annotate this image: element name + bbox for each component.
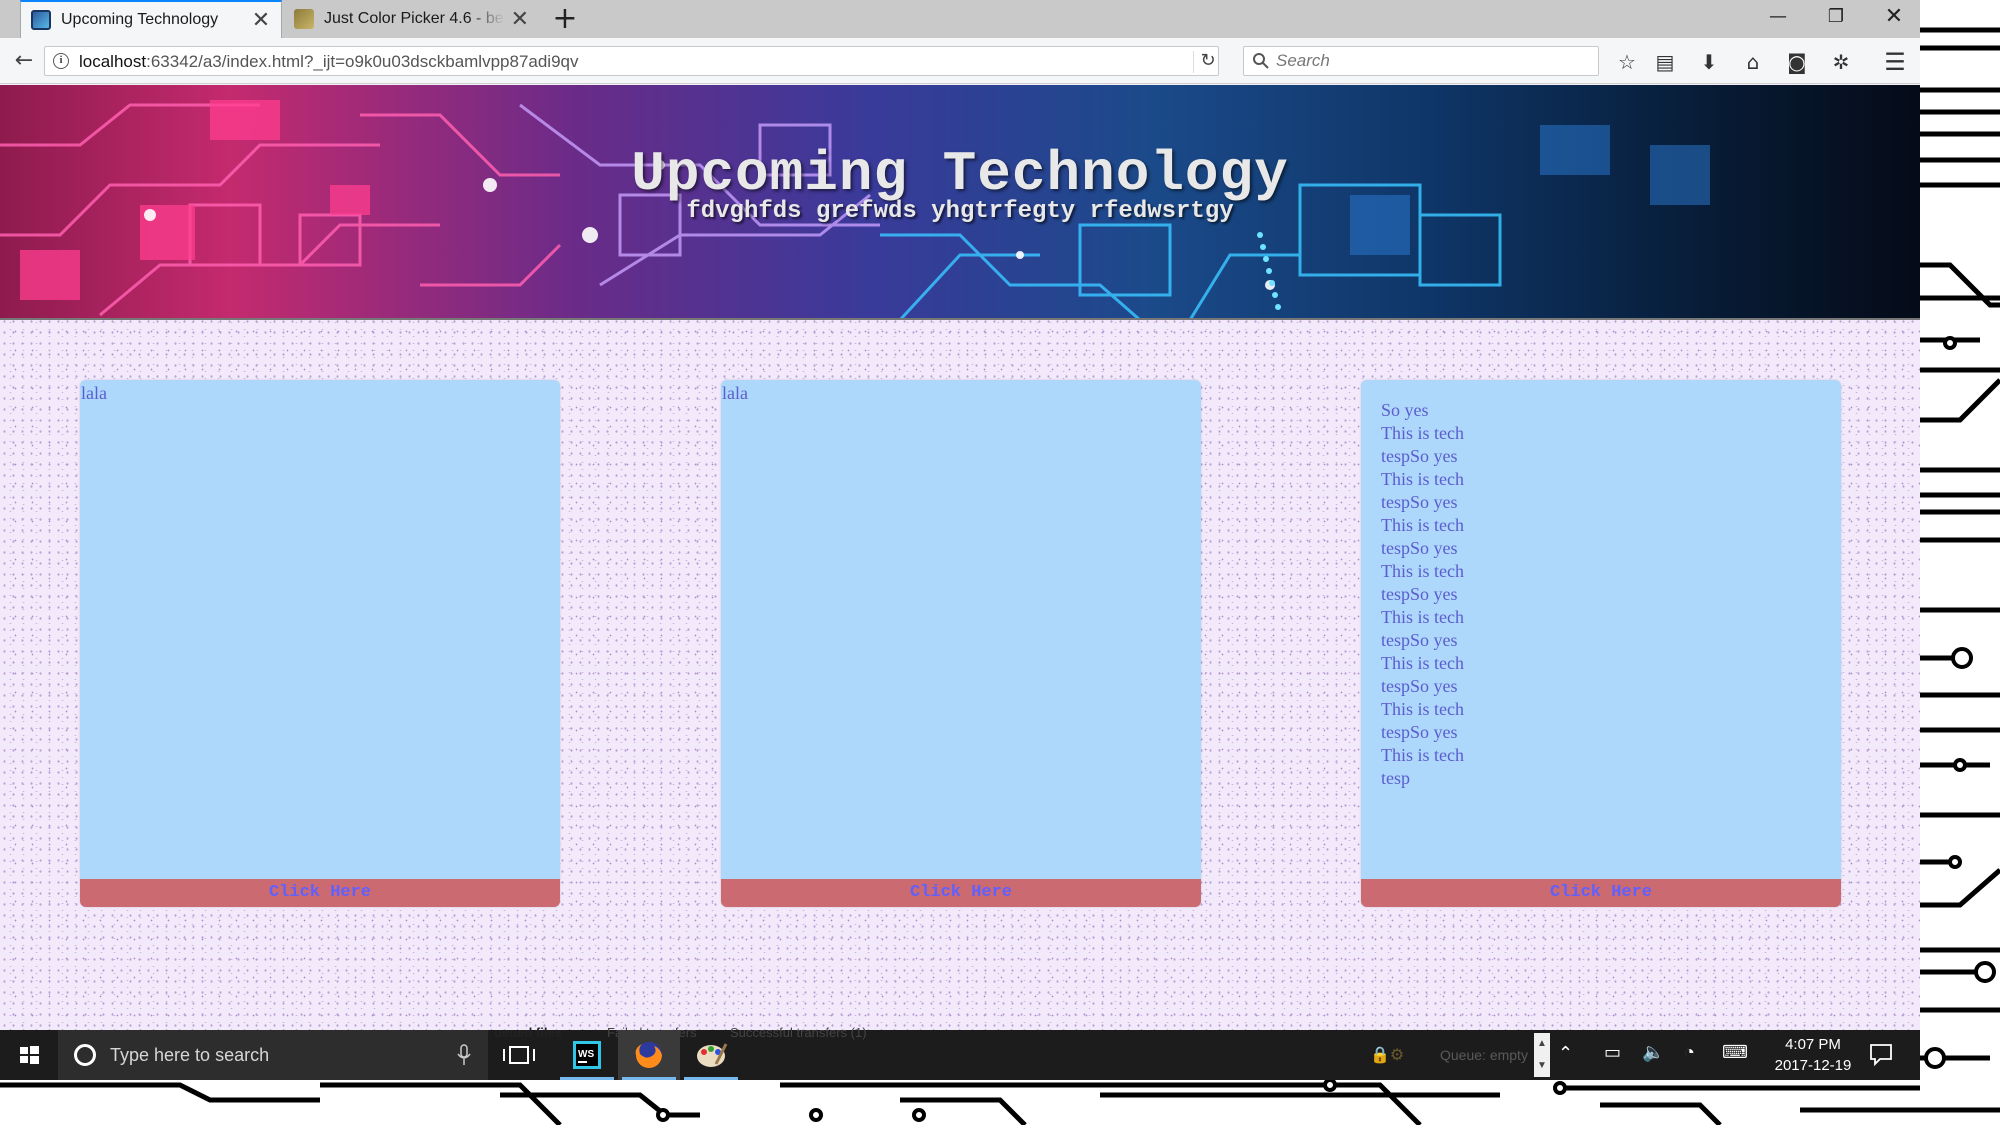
search-bar[interactable]	[1243, 46, 1599, 76]
firefox-icon	[635, 1042, 662, 1068]
show-hidden-icons-chevron-icon[interactable]: ⌃	[1558, 1043, 1573, 1064]
search-icon	[1253, 53, 1269, 69]
running-indicator	[622, 1077, 676, 1080]
card-text-line: lala	[722, 383, 748, 403]
url-host: localhost	[79, 52, 147, 71]
card-text-line: tespSo yes	[1381, 538, 1458, 558]
clock-time[interactable]: 4:07 PM	[1768, 1036, 1858, 1053]
browser-window: Upcoming Technology ✕ Just Color Picker …	[0, 0, 1920, 1030]
home-icon[interactable]: ⌂	[1738, 47, 1768, 77]
page-title: Upcoming Technology	[631, 142, 1289, 206]
card-text-line: This is tech	[1381, 653, 1464, 673]
close-window-button[interactable]: ✕	[1866, 0, 1920, 34]
web-page: Upcoming Technology fdvghfds grefwds yhg…	[0, 85, 1920, 1030]
card-text: lala	[80, 380, 560, 879]
task-view-icon[interactable]	[500, 1043, 542, 1067]
card-text-line: This is tech	[1381, 515, 1464, 535]
battery-icon[interactable]: ▭	[1604, 1042, 1621, 1063]
card-text-line: This is tech	[1381, 745, 1464, 765]
card-text-line: tesp	[1381, 768, 1410, 788]
microphone-icon[interactable]	[456, 1044, 472, 1066]
card-text-line: lala	[81, 383, 107, 403]
running-indicator	[560, 1077, 614, 1080]
hamburger-menu-icon[interactable]: ☰	[1880, 47, 1910, 77]
url-bar-divider	[1193, 51, 1194, 73]
close-tab-icon[interactable]: ✕	[251, 7, 271, 33]
card-text-line: tespSo yes	[1381, 492, 1458, 512]
downloads-icon[interactable]: ⬇	[1694, 47, 1724, 77]
card-text-line: This is tech	[1381, 699, 1464, 719]
card-text-line: This is tech	[1381, 607, 1464, 627]
navigation-toolbar: ← i localhost:63342/a3/index.html?_ijt=o…	[0, 38, 1920, 84]
cortana-icon	[74, 1044, 96, 1066]
action-center-icon[interactable]	[1868, 1042, 1894, 1066]
filezilla-status-icons: 🔒⚙	[1370, 1047, 1405, 1064]
bookmarks-library-icon[interactable]: ▤	[1650, 47, 1680, 77]
pocket-icon[interactable]: ◙	[1782, 47, 1812, 77]
peek-label: ueued files	[494, 1025, 562, 1040]
color-picker-taskbar-button[interactable]	[680, 1030, 742, 1080]
card-text-line: tespSo yes	[1381, 584, 1458, 604]
color-picker-icon	[697, 1043, 728, 1067]
card-text-line: tespSo yes	[1381, 446, 1458, 466]
site-info-icon[interactable]: i	[53, 53, 69, 69]
search-input[interactable]	[1276, 47, 1586, 75]
taskbar-search-placeholder: Type here to search	[110, 1045, 270, 1065]
tab-just-color-picker[interactable]: Just Color Picker 4.6 - best fr ✕	[284, 0, 539, 38]
webstorm-favicon-icon	[31, 10, 51, 30]
tab-strip: Upcoming Technology ✕ Just Color Picker …	[0, 0, 1920, 38]
content-card: lala Click Here	[721, 380, 1201, 907]
click-here-button[interactable]: Click Here	[80, 879, 560, 907]
click-here-button[interactable]: Click Here	[1361, 879, 1841, 907]
webstorm-icon: WS	[573, 1041, 601, 1069]
hero-banner: Upcoming Technology fdvghfds grefwds yhg…	[0, 85, 1920, 320]
card-text: lala	[721, 380, 1201, 879]
restore-window-button[interactable]: ❐	[1808, 0, 1864, 34]
card-text-line: This is tech	[1381, 469, 1464, 489]
tab-title: Upcoming Technology	[61, 11, 219, 28]
minimize-window-button[interactable]: —	[1750, 0, 1806, 34]
reload-icon[interactable]: ↻	[1197, 49, 1219, 73]
windows-start-icon[interactable]	[0, 1030, 58, 1080]
webstorm-taskbar-button[interactable]: WS	[556, 1030, 618, 1080]
card-text-line: This is tech	[1381, 423, 1464, 443]
card-text-line: So yes	[1381, 400, 1429, 420]
wifi-icon[interactable]: ◔	[1684, 1042, 1695, 1063]
page-subtitle: fdvghfds grefwds yhgtrfegty rfedwsrtgy	[686, 198, 1234, 225]
tab-title: Just Color Picker 4.6 - best fr	[324, 10, 505, 27]
clock-date[interactable]: 2017-12-19	[1768, 1057, 1858, 1074]
queue-status: Queue: empty	[1440, 1047, 1528, 1063]
extension-icon[interactable]: ✲	[1826, 47, 1856, 77]
svg-text:WS: WS	[578, 1049, 594, 1060]
url-text[interactable]: localhost:63342/a3/index.html?_ijt=o9k0u…	[79, 52, 579, 72]
volume-icon[interactable]: 🔈	[1642, 1042, 1664, 1063]
card-text-line: tespSo yes	[1381, 676, 1458, 696]
color-picker-favicon-icon	[294, 9, 314, 29]
url-bar[interactable]: i localhost:63342/a3/index.html?_ijt=o9k…	[44, 46, 1219, 76]
back-button[interactable]: ←	[8, 45, 40, 77]
card-text-line: tespSo yes	[1381, 722, 1458, 742]
taskbar: Type here to search ueued files Failed t…	[0, 1025, 1920, 1080]
url-path: :63342/a3/index.html?_ijt=o9k0u03dsckbam…	[146, 52, 579, 71]
taskbar-search-box[interactable]: Type here to search	[58, 1030, 488, 1080]
card-text-line: This is tech	[1381, 561, 1464, 581]
bookmark-star-icon[interactable]: ☆	[1612, 47, 1642, 77]
click-here-button[interactable]: Click Here	[721, 879, 1201, 907]
content-card: lala Click Here	[80, 380, 560, 907]
overflow-scrollbar[interactable]: ▲ ▼	[1534, 1033, 1550, 1077]
tab-upcoming-technology[interactable]: Upcoming Technology ✕	[20, 0, 282, 38]
keyboard-icon[interactable]: ⌨	[1722, 1042, 1748, 1063]
firefox-taskbar-button[interactable]	[618, 1030, 680, 1080]
card-text: So yes This is tech tespSo yes This is t…	[1361, 380, 1841, 879]
running-indicator	[684, 1077, 738, 1080]
card-text-line: tespSo yes	[1381, 630, 1458, 650]
close-tab-icon[interactable]: ✕	[511, 6, 529, 32]
peek-label: Successful transfers (1)	[730, 1025, 867, 1040]
new-tab-button[interactable]: +	[548, 2, 582, 36]
content-card: So yes This is tech tespSo yes This is t…	[1361, 380, 1841, 907]
